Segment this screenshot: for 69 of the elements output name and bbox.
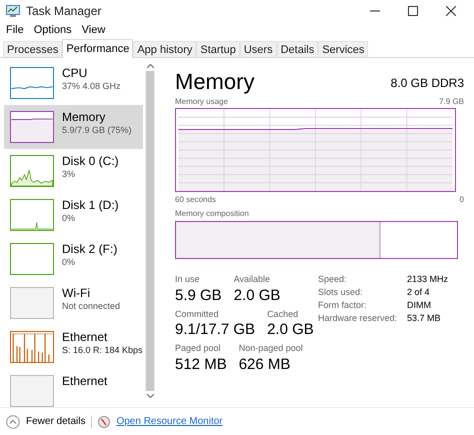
stat-value: 2.0 GB (267, 321, 314, 339)
tab[interactable]: App history (133, 41, 196, 57)
spec-value: 53.7 MB (407, 312, 442, 325)
item-detail: Not connected (62, 300, 120, 312)
stat-value: 512 MB (175, 356, 227, 374)
sidebar-item[interactable]: Ethernet (4, 369, 143, 407)
stat-label: Cached (267, 308, 300, 320)
stat-value: 626 MB (238, 356, 292, 374)
collapse-icon[interactable] (6, 414, 20, 428)
stat-value: 2.0 GB (234, 286, 280, 304)
panel-title: Memory (175, 70, 254, 94)
spec-label: Slots used: (318, 286, 364, 299)
sidebar-item[interactable]: Disk 0 (C:) 3% (4, 149, 143, 193)
spec-value: 2133 MHz (407, 273, 448, 286)
tab[interactable]: Services (318, 41, 368, 57)
fewer-details-button[interactable]: Fewer details (26, 414, 86, 429)
item-detail: 5.9/7.9 GB (75%) (62, 124, 132, 136)
stat-label: Available (234, 273, 272, 286)
spec-value: 2 of 4 (407, 286, 431, 299)
stat-label: In use (175, 273, 201, 286)
stat-value: 5.9 GB (175, 286, 222, 304)
item-name: Disk 1 (D:) (62, 199, 119, 213)
item-name: CPU (62, 67, 88, 81)
spec-value: DIMM (407, 299, 432, 312)
tab[interactable]: Details (276, 41, 318, 57)
item-name: Disk 2 (F:) (62, 243, 118, 257)
sidebar-item[interactable]: Wi-Fi Not connected (4, 281, 143, 325)
item-name: Ethernet (62, 375, 108, 389)
tab[interactable]: Startup (196, 41, 240, 57)
open-resource-monitor-link[interactable]: Open Resource Monitor (116, 414, 223, 429)
sidebar-item[interactable]: Memory 5.9/7.9 GB (75%) (4, 105, 143, 149)
chart-max-label: 7.9 GB (439, 96, 464, 108)
spec-label: Form factor: (318, 299, 368, 312)
maximize-icon[interactable] (408, 6, 418, 16)
item-detail: 37% 4.08 GHz (62, 80, 121, 92)
spec-label: Speed: (318, 273, 348, 286)
resource-monitor-icon (98, 416, 110, 428)
item-detail: 3% (62, 168, 76, 180)
sidebar-item[interactable]: Ethernet S: 16.0 R: 184 Kbps (4, 325, 143, 369)
close-icon[interactable] (446, 6, 456, 16)
stat-value: 9.1/17.7 GB (175, 321, 256, 339)
memory-type: 8.0 GB DDR3 (390, 75, 464, 92)
sidebar-item[interactable]: CPU 37% 4.08 GHz (4, 61, 143, 105)
tab[interactable]: Users (240, 41, 277, 57)
stat-label: Paged pool (175, 342, 222, 355)
stat-label: Non-paged pool (238, 342, 303, 355)
chart-label: Memory usage (175, 96, 228, 108)
scrollbar[interactable] (145, 61, 155, 401)
item-name: Wi-Fi (62, 287, 91, 301)
item-name: Memory (62, 111, 106, 125)
menu-item[interactable]: View (82, 22, 106, 38)
item-name: Ethernet (62, 331, 108, 345)
item-detail: 0% (62, 256, 76, 268)
time-axis-label: 0 (460, 194, 464, 206)
time-axis-label: 60 seconds (175, 194, 216, 206)
tab[interactable]: Processes (3, 41, 62, 57)
window-title: Task Manager (26, 3, 102, 20)
tab[interactable]: Performance (62, 39, 134, 58)
menu-item[interactable]: File (6, 22, 24, 38)
sidebar-item[interactable]: Disk 1 (D:) 0% (4, 193, 143, 237)
chart-label: Memory composition (175, 208, 250, 220)
item-detail: 0% (62, 212, 76, 224)
item-name: Disk 0 (C:) (62, 155, 119, 169)
stat-label: Committed (175, 308, 220, 320)
sidebar-item[interactable]: Disk 2 (F:) 0% (4, 237, 143, 281)
item-detail: S: 16.0 R: 184 Kbps (62, 344, 143, 356)
app-icon (6, 5, 20, 17)
menu-item[interactable]: Options (34, 22, 72, 38)
spec-label: Hardware reserved: (318, 312, 398, 325)
